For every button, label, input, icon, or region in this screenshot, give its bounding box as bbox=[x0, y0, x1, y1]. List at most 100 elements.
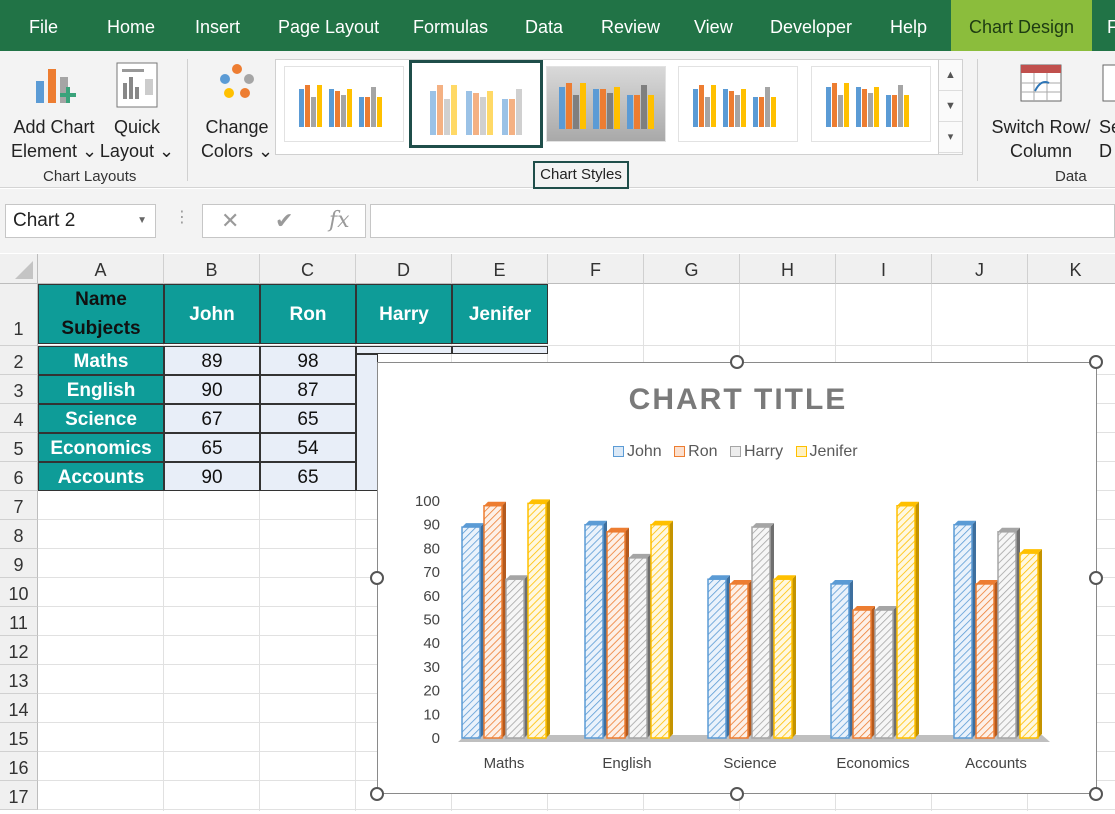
column-header-f[interactable]: F bbox=[548, 254, 644, 284]
cancel-icon[interactable]: ✕ bbox=[221, 208, 239, 234]
subject-cell[interactable]: Science bbox=[38, 404, 164, 433]
tab-page-layout[interactable]: Page Layout bbox=[278, 0, 379, 51]
name-box[interactable]: Chart 2 ▼ bbox=[5, 204, 156, 238]
chart-resize-handle[interactable] bbox=[730, 355, 744, 369]
select-data-button[interactable]: Se D bbox=[1099, 61, 1115, 163]
value-cell[interactable]: 90 bbox=[164, 375, 260, 404]
row-header-16[interactable]: 16 bbox=[0, 752, 38, 781]
column-header-g[interactable]: G bbox=[644, 254, 740, 284]
chart-resize-handle[interactable] bbox=[1089, 571, 1103, 585]
tab-file[interactable]: File bbox=[29, 0, 58, 51]
column-header-i[interactable]: I bbox=[836, 254, 932, 284]
chart-resize-handle[interactable] bbox=[370, 787, 384, 801]
header-cell-harry[interactable]: Harry bbox=[356, 284, 452, 344]
row-header-15[interactable]: 15 bbox=[0, 723, 38, 752]
value-cell-partial[interactable]: 90 bbox=[452, 346, 548, 354]
select-all-button[interactable] bbox=[0, 254, 38, 284]
column-header-j[interactable]: J bbox=[932, 254, 1028, 284]
chart-resize-handle[interactable] bbox=[370, 571, 384, 585]
value-cell-partial[interactable]: 67 bbox=[356, 346, 452, 354]
resize-handle-icon[interactable]: ⋮ bbox=[174, 207, 190, 227]
column-header-h[interactable]: H bbox=[740, 254, 836, 284]
value-cell[interactable]: 65 bbox=[260, 462, 356, 491]
chart-style-5[interactable] bbox=[811, 66, 931, 142]
chart-style-4[interactable] bbox=[678, 66, 798, 142]
tab-formulas[interactable]: Formulas bbox=[413, 0, 488, 51]
value-cell[interactable]: 67 bbox=[164, 404, 260, 433]
column-header-a[interactable]: A bbox=[38, 254, 164, 284]
tab-format-partial[interactable]: F bbox=[1107, 0, 1115, 51]
gallery-scroller: ▲ ▼ ▾ bbox=[938, 60, 962, 154]
value-cell[interactable]: 90 bbox=[164, 462, 260, 491]
row-header-9[interactable]: 9 bbox=[0, 549, 38, 578]
value-cell[interactable]: 65 bbox=[260, 404, 356, 433]
chart-resize-handle[interactable] bbox=[1089, 355, 1103, 369]
tab-view[interactable]: View bbox=[694, 0, 733, 51]
enter-icon[interactable]: ✔ bbox=[275, 208, 293, 234]
subject-cell[interactable]: Economics bbox=[38, 433, 164, 462]
row-header-8[interactable]: 8 bbox=[0, 520, 38, 549]
chart-style-preview bbox=[430, 85, 522, 135]
column-header-b[interactable]: B bbox=[164, 254, 260, 284]
row-header-5[interactable]: 5 bbox=[0, 433, 38, 462]
bar-john bbox=[584, 523, 604, 739]
gallery-scroll-down-button[interactable]: ▼ bbox=[939, 91, 962, 122]
subject-cell[interactable]: Maths bbox=[38, 346, 164, 375]
chart-style-1[interactable] bbox=[284, 66, 404, 142]
insert-function-icon[interactable]: fx bbox=[329, 208, 350, 233]
chart-resize-handle[interactable] bbox=[1089, 787, 1103, 801]
row-header-14[interactable]: 14 bbox=[0, 694, 38, 723]
bar-harry bbox=[997, 531, 1017, 739]
value-cell[interactable]: 65 bbox=[164, 433, 260, 462]
header-cell-ron[interactable]: Ron bbox=[260, 284, 356, 344]
tab-chart-design[interactable]: Chart Design bbox=[951, 0, 1093, 51]
subject-cell[interactable]: English bbox=[38, 375, 164, 404]
header-cell-jenifer[interactable]: Jenifer bbox=[452, 284, 548, 344]
row-header-6[interactable]: 6 bbox=[0, 462, 38, 491]
formula-input[interactable] bbox=[370, 204, 1115, 238]
header-cell-john[interactable]: John bbox=[164, 284, 260, 344]
column-header-e[interactable]: E bbox=[452, 254, 548, 284]
quick-layout-label-2: Layout ⌄ bbox=[99, 141, 175, 161]
row-header-1[interactable]: 1 bbox=[0, 284, 38, 346]
tab-review[interactable]: Review bbox=[601, 0, 660, 51]
tab-insert[interactable]: Insert bbox=[195, 0, 240, 51]
chart-style-2-selected[interactable] bbox=[409, 60, 543, 148]
row-header-7[interactable]: 7 bbox=[0, 491, 38, 520]
corner-header-cell[interactable]: Name Subjects bbox=[38, 284, 164, 344]
bar-jenifer bbox=[1019, 552, 1039, 739]
row-header-3[interactable]: 3 bbox=[0, 375, 38, 404]
chart-resize-handle[interactable] bbox=[730, 787, 744, 801]
column-header-d[interactable]: D bbox=[356, 254, 452, 284]
quick-layout-button[interactable]: Quick Layout ⌄ bbox=[98, 61, 176, 163]
row-header-4[interactable]: 4 bbox=[0, 404, 38, 433]
column-header-c[interactable]: C bbox=[260, 254, 356, 284]
value-cell[interactable]: 54 bbox=[260, 433, 356, 462]
gallery-scroll-up-button[interactable]: ▲ bbox=[939, 60, 962, 91]
chart-object[interactable]: CHART TITLE John Ron Harry Jenifer 0 10 20… bbox=[377, 362, 1097, 794]
value-cell[interactable]: 89 bbox=[164, 346, 260, 375]
column-header-k[interactable]: K bbox=[1028, 254, 1115, 284]
tab-home[interactable]: Home bbox=[107, 0, 155, 51]
chart-style-3[interactable] bbox=[546, 66, 666, 142]
add-chart-element-button[interactable]: Add Chart Element ⌄ bbox=[8, 61, 100, 163]
row-header-17[interactable]: 17 bbox=[0, 781, 38, 810]
corner-header-subjects: Subjects bbox=[61, 318, 141, 339]
change-colors-button[interactable]: Change Colors ⌄ bbox=[198, 61, 276, 163]
row-header-13[interactable]: 13 bbox=[0, 665, 38, 694]
tab-data[interactable]: Data bbox=[525, 0, 563, 51]
row-header-12[interactable]: 12 bbox=[0, 636, 38, 665]
gallery-more-button[interactable]: ▾ bbox=[939, 122, 962, 153]
chart-style-preview bbox=[826, 83, 909, 127]
switch-row-column-button[interactable]: Switch Row/ Column bbox=[988, 61, 1094, 163]
tab-help[interactable]: Help bbox=[890, 0, 927, 51]
subject-cell[interactable]: Accounts bbox=[38, 462, 164, 491]
row-header-10[interactable]: 10 bbox=[0, 578, 38, 607]
value-cell[interactable]: 87 bbox=[260, 375, 356, 404]
chart-plot-area: 0 10 20 30 40 50 60 70 80 90 100 Maths English Scien… bbox=[415, 493, 1050, 772]
value-cell[interactable]: 98 bbox=[260, 346, 356, 375]
chevron-down-icon[interactable]: ▼ bbox=[137, 205, 147, 237]
tab-developer[interactable]: Developer bbox=[770, 0, 852, 51]
row-header-11[interactable]: 11 bbox=[0, 607, 38, 636]
row-header-2[interactable]: 2 bbox=[0, 346, 38, 375]
